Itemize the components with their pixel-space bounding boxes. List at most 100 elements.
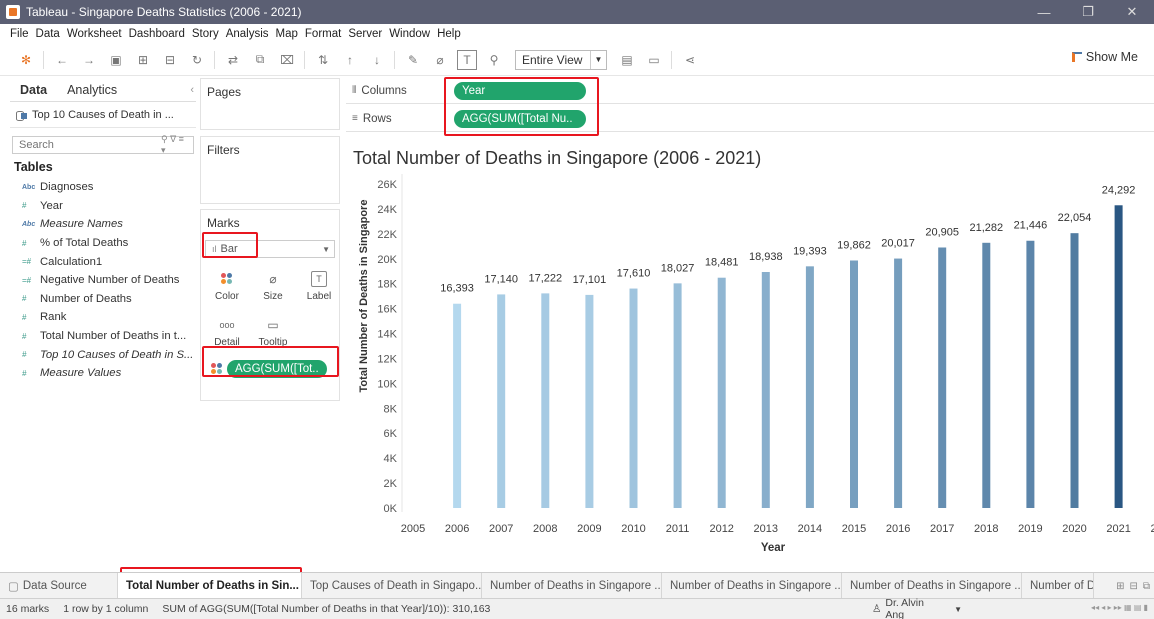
- label-icon: T: [311, 270, 327, 287]
- field-item[interactable]: =# Calculation1: [10, 252, 196, 271]
- menu-window[interactable]: Window: [389, 28, 430, 40]
- share-icon[interactable]: ⋖: [680, 50, 700, 70]
- tab-sheet[interactable]: Number of Deaths in Singapore ...: [662, 572, 842, 599]
- field-item[interactable]: # Year: [10, 197, 196, 216]
- show-me-button[interactable]: Show Me: [1071, 50, 1138, 64]
- size-button[interactable]: ⌀ Size: [253, 266, 293, 306]
- tab-sheet[interactable]: Number of Deaths in Singapore ...: [482, 572, 662, 599]
- menu-analysis[interactable]: Analysis: [226, 28, 269, 40]
- highlight-icon[interactable]: ✎: [403, 50, 423, 70]
- sheet-navigation-icons[interactable]: ◂◂ ◂ ▸ ▸▸ ▦ ▤ ▮: [1091, 603, 1148, 612]
- tab-sheet[interactable]: Total Number of Deaths in Sin...: [118, 572, 302, 599]
- tab-data-source[interactable]: ▢ Data Source: [0, 572, 118, 599]
- bar-2019[interactable]: [1026, 240, 1035, 508]
- clear-sheet-icon[interactable]: ⌧: [277, 50, 297, 70]
- view-size-select[interactable]: Entire View ▼: [515, 49, 607, 70]
- swap-rows-columns-icon[interactable]: ⇅: [313, 50, 333, 70]
- pages-shelf[interactable]: Pages: [200, 78, 340, 130]
- field-item[interactable]: #% of Total Deaths: [10, 234, 196, 253]
- new-dashboard-icon[interactable]: ⊟: [1129, 581, 1137, 592]
- field-item[interactable]: # Top 10 Causes of Death in S...: [10, 345, 196, 364]
- search-filter-icon[interactable]: ⚲ ∇ ≡ ▾: [161, 134, 193, 156]
- menu-help[interactable]: Help: [437, 28, 461, 40]
- bar-2018[interactable]: [982, 242, 991, 508]
- menu-data[interactable]: Data: [36, 28, 60, 40]
- field-item[interactable]: # Total Number of Deaths in t...: [10, 327, 196, 346]
- field-item[interactable]: Abc Measure Names: [10, 215, 196, 234]
- close-button[interactable]: ✕: [1110, 0, 1154, 24]
- tableau-home-icon[interactable]: ✻: [16, 50, 36, 70]
- view-size-value: Entire View: [522, 52, 583, 67]
- sort-ascending-icon[interactable]: ↑: [340, 50, 360, 70]
- menu-dashboard[interactable]: Dashboard: [129, 28, 185, 40]
- group-icon[interactable]: ⌀: [430, 50, 450, 70]
- datasource-item[interactable]: Top 10 Causes of Death in ...: [10, 102, 196, 128]
- tab-data[interactable]: Data: [10, 83, 57, 97]
- bar-2010[interactable]: [629, 288, 638, 508]
- tab-sheet[interactable]: Number of Deaths in Singapore ...: [842, 572, 1022, 599]
- show-cards-icon[interactable]: ▤: [617, 50, 637, 70]
- field-item[interactable]: Abc Diagnoses: [10, 178, 196, 197]
- x-tick-label: 2010: [621, 523, 645, 535]
- toolbar-divider: [394, 50, 395, 69]
- y-tick-label: 22K: [377, 229, 397, 241]
- filters-shelf[interactable]: Filters: [200, 136, 340, 204]
- field-item[interactable]: =# Negative Number of Deaths: [10, 271, 196, 290]
- search-input[interactable]: [13, 139, 161, 151]
- save-icon[interactable]: ▣: [106, 50, 126, 70]
- bar-2016[interactable]: [894, 258, 903, 508]
- redo-icon[interactable]: →: [79, 50, 99, 70]
- bar-2013[interactable]: [761, 272, 770, 508]
- collapse-pane-icon[interactable]: ‹: [190, 84, 194, 96]
- bar-2007[interactable]: [497, 294, 506, 508]
- new-worksheet-icon[interactable]: ⊟: [160, 50, 180, 70]
- bar-2009[interactable]: [585, 294, 594, 508]
- calculated-field-icon: =#: [22, 275, 32, 285]
- annotation-marks-pill: [202, 346, 339, 377]
- bar-2006[interactable]: [453, 303, 462, 508]
- number-field-icon: #: [22, 294, 27, 304]
- field-item[interactable]: # Rank: [10, 308, 196, 327]
- field-item[interactable]: # Measure Values: [10, 364, 196, 383]
- swap-icon[interactable]: ⇄: [223, 50, 243, 70]
- database-icon: ▢: [8, 580, 19, 593]
- data-label-2011: 18,027: [661, 262, 695, 274]
- bar-2017[interactable]: [938, 247, 947, 508]
- menu-format[interactable]: Format: [305, 28, 341, 40]
- field-item[interactable]: # Number of Deaths: [10, 290, 196, 309]
- new-datasource-icon[interactable]: ⊞: [133, 50, 153, 70]
- bar-2012[interactable]: [717, 277, 726, 508]
- menu-server[interactable]: Server: [348, 28, 382, 40]
- bar-2015[interactable]: [850, 260, 858, 508]
- bar-2011[interactable]: [673, 283, 682, 508]
- new-story-icon[interactable]: ⧉: [1143, 581, 1150, 592]
- x-tick-label: 2018: [974, 523, 998, 535]
- minimize-button[interactable]: —: [1022, 0, 1066, 24]
- restore-button[interactable]: ❐: [1066, 0, 1110, 24]
- field-list: Abc Diagnoses # Year Abc Measure Names #% o…: [10, 178, 196, 383]
- bar-2014[interactable]: [805, 266, 814, 508]
- tab-analytics[interactable]: Analytics: [57, 83, 127, 97]
- bar-2021[interactable]: [1114, 205, 1123, 508]
- annotation-mark-type: [202, 232, 258, 258]
- color-button[interactable]: Color: [207, 266, 247, 306]
- tab-sheet[interactable]: Number of De: [1022, 572, 1094, 599]
- menu-story[interactable]: Story: [192, 28, 219, 40]
- menu-worksheet[interactable]: Worksheet: [67, 28, 122, 40]
- fix-axes-icon[interactable]: ⚲: [484, 50, 504, 70]
- bar-2020[interactable]: [1070, 233, 1079, 509]
- undo-icon[interactable]: ←: [52, 50, 72, 70]
- menu-file[interactable]: File: [10, 28, 29, 40]
- tab-sheet[interactable]: Top Causes of Death in Singapo...: [302, 572, 482, 599]
- menu-map[interactable]: Map: [276, 28, 298, 40]
- user-name: Dr. Alvin Ang: [885, 597, 924, 619]
- label-button[interactable]: T Label: [299, 266, 339, 306]
- sort-descending-icon[interactable]: ↓: [367, 50, 387, 70]
- new-worksheet-icon[interactable]: ⊞: [1116, 581, 1124, 592]
- labels-icon[interactable]: T: [457, 49, 477, 70]
- refresh-icon[interactable]: ↻: [187, 50, 207, 70]
- bar-2008[interactable]: [541, 293, 550, 508]
- duplicate-icon[interactable]: ⧉: [250, 50, 270, 70]
- user-menu[interactable]: ♙ Dr. Alvin Ang ▼: [866, 597, 976, 619]
- presentation-mode-icon[interactable]: ▭: [644, 50, 664, 70]
